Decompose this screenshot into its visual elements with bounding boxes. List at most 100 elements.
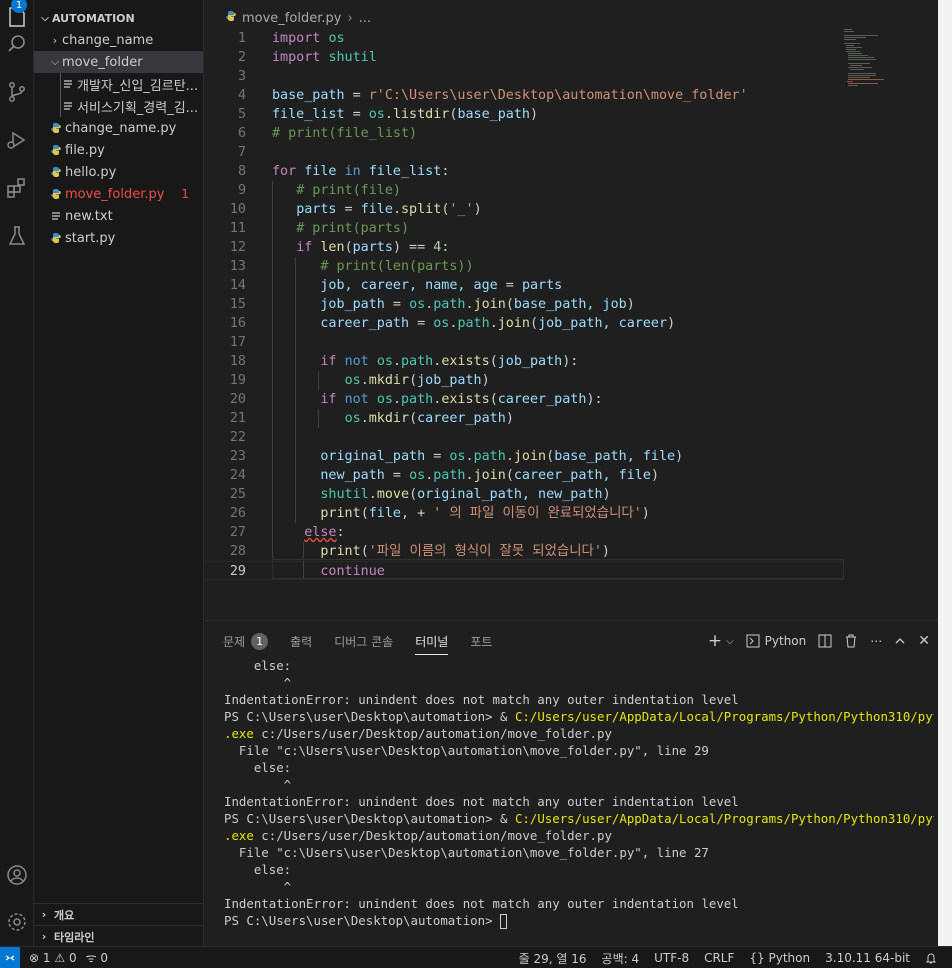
tree-item-label: change_name <box>62 32 154 48</box>
tree-file-start-py[interactable]: start.py <box>34 227 203 249</box>
code-line-current: 29 continue <box>205 561 845 580</box>
code-line: 25 shutil.move(original_path, new_path) <box>205 485 845 504</box>
tab-problems[interactable]: 문제 1 <box>223 629 269 653</box>
ports-status[interactable]: ᯤ 0 <box>86 949 108 966</box>
breadcrumb-symbol[interactable]: ... <box>359 11 371 26</box>
line-number: 7 <box>237 145 246 160</box>
terminal-line: .exe c:/Users/user/Desktop/automation/mo… <box>224 828 612 843</box>
explorer-section-header[interactable]: ⌵ AUTOMATION <box>38 8 135 28</box>
explorer-sidebar: ⌵ AUTOMATION › change_name ⌵ move_folder… <box>34 0 204 946</box>
code-line: 12 if len(parts) == 4: <box>205 238 845 257</box>
python-file-icon <box>50 144 62 156</box>
chevron-down-icon: ⌵ <box>41 12 49 24</box>
code-lines[interactable]: 1 import os 2 import shutil 3 4 base_path =… <box>205 29 845 580</box>
terminal-output[interactable]: else: ^ IndentationError: unindent does … <box>224 657 934 929</box>
text-file-icon <box>62 78 74 90</box>
encoding-status[interactable]: UTF-8 <box>654 951 689 965</box>
cursor-position[interactable]: 줄 29, 열 16 <box>519 950 587 967</box>
new-terminal-button[interactable]: + ⌵ <box>708 631 734 651</box>
split-terminal-icon[interactable] <box>818 634 832 648</box>
notifications-bell-icon[interactable] <box>925 952 937 964</box>
close-icon[interactable]: ✕ <box>918 633 930 649</box>
breadcrumb-file[interactable]: move_folder.py <box>242 11 341 26</box>
line-number: 20 <box>229 392 246 407</box>
python-interpreter[interactable]: 3.10.11 64-bit <box>825 951 910 965</box>
code-line: 15 job_path = os.path.join(base_path, jo… <box>205 295 845 314</box>
terminal-line: else: <box>224 760 292 775</box>
tab-debug-console[interactable]: 디버그 콘솔 <box>334 629 393 653</box>
code-line: 22 <box>205 428 845 447</box>
tree-file-developer-txt[interactable]: 개발자_신입_김르탄... <box>34 73 203 95</box>
indentation-status[interactable]: 공백: 4 <box>602 950 640 967</box>
code-line: 19 os.mkdir(job_path) <box>205 371 845 390</box>
tree-file-file-py[interactable]: file.py <box>34 139 203 161</box>
settings-icon[interactable] <box>0 905 34 939</box>
line-number: 21 <box>229 411 246 426</box>
terminal-line: ^ <box>224 777 292 792</box>
outline-label: 개요 <box>54 908 75 922</box>
line-number: 29 <box>229 564 246 579</box>
eol-status[interactable]: CRLF <box>704 951 734 965</box>
tree-file-hello-py[interactable]: hello.py <box>34 161 203 183</box>
tree-folder-move-folder[interactable]: ⌵ move_folder <box>34 51 203 73</box>
error-count: 1 <box>42 950 51 965</box>
tree-file-service-txt[interactable]: 서비스기획_경력_김... <box>34 95 203 117</box>
line-number: 8 <box>237 164 246 179</box>
tab-output[interactable]: 출력 <box>290 629 312 653</box>
line-number: 17 <box>229 335 246 350</box>
extensions-icon[interactable] <box>0 171 34 205</box>
panel-tabs: 문제 1 출력 디버그 콘솔 터미널 포트 <box>223 629 514 655</box>
timeline-label: 타임라인 <box>54 930 95 944</box>
remote-indicator-icon[interactable] <box>0 946 20 968</box>
code-line: 28 print('파일 이름의 형식이 잘못 되었습니다') <box>205 542 845 561</box>
run-debug-icon[interactable] <box>0 123 34 157</box>
code-line: 8 for file in file_list: <box>205 162 845 181</box>
workspace-title: AUTOMATION <box>52 11 135 25</box>
terminal-prompt[interactable]: PS C:\Users\user\Desktop\automation> <box>224 912 934 929</box>
terminal-line: PS C:\Users\user\Desktop\automation> & C… <box>224 811 934 826</box>
chevron-right-icon: › <box>41 930 47 943</box>
chevron-down-icon[interactable]: ⌵ <box>726 636 734 647</box>
maximize-panel-icon[interactable] <box>894 635 906 647</box>
tree-item-label: file.py <box>65 142 105 158</box>
tab-terminal[interactable]: 터미널 <box>415 629 449 655</box>
line-number: 3 <box>237 69 246 84</box>
outline-section[interactable]: › 개요 <box>34 903 203 925</box>
timeline-section[interactable]: › 타임라인 <box>34 925 203 946</box>
status-bar: ⊗ 1 ⚠ 0 ᯤ 0 줄 29, 열 16 공백: 4 UTF-8 CRLF … <box>0 946 952 968</box>
tab-ports[interactable]: 포트 <box>470 629 492 653</box>
source-control-icon[interactable] <box>0 75 34 109</box>
python-file-icon <box>50 122 62 134</box>
python-file-icon <box>50 166 62 178</box>
chevron-right-icon: › <box>41 908 47 921</box>
more-actions-icon[interactable]: ⋯ <box>870 634 882 648</box>
tree-file-new-txt[interactable]: new.txt <box>34 205 203 227</box>
account-icon[interactable] <box>0 858 34 892</box>
terminal-shell-selector[interactable]: Python <box>746 634 806 648</box>
terminal-icon <box>746 634 760 648</box>
tree-file-move-folder-py[interactable]: move_folder.py 1 <box>34 183 203 205</box>
language-mode[interactable]: {} Python <box>749 951 810 965</box>
tree-folder-change-name[interactable]: › change_name <box>34 29 203 51</box>
tree-item-label: move_folder <box>62 54 143 70</box>
panel-toolbar: + ⌵ Python ⋯ ✕ <box>696 629 930 653</box>
line-number: 24 <box>229 468 246 483</box>
line-number: 13 <box>229 259 246 274</box>
code-editor[interactable]: move_folder.py › ... 1 import os 2 import … <box>205 0 952 620</box>
code-line: 20 if not os.path.exists(career_path): <box>205 390 845 409</box>
line-number: 5 <box>237 107 246 122</box>
search-icon[interactable] <box>0 27 34 61</box>
minimap[interactable] <box>844 29 892 89</box>
line-number: 19 <box>229 373 246 388</box>
status-bar-right: 줄 29, 열 16 공백: 4 UTF-8 CRLF {} Python 3.… <box>519 947 952 968</box>
breadcrumb[interactable]: move_folder.py › ... <box>225 8 371 28</box>
testing-icon[interactable] <box>0 219 34 253</box>
terminal-line: File "c:\Users\user\Desktop\automation\m… <box>224 743 709 758</box>
line-number: 16 <box>229 316 246 331</box>
code-line: 10 parts = file.split('_') <box>205 200 845 219</box>
problems-status[interactable]: ⊗ 1 ⚠ 0 <box>29 951 77 965</box>
code-line: 16 career_path = os.path.join(job_path, … <box>205 314 845 333</box>
tree-file-change-name-py[interactable]: change_name.py <box>34 117 203 139</box>
trash-icon[interactable] <box>844 634 858 648</box>
background-window-edge <box>938 0 952 946</box>
